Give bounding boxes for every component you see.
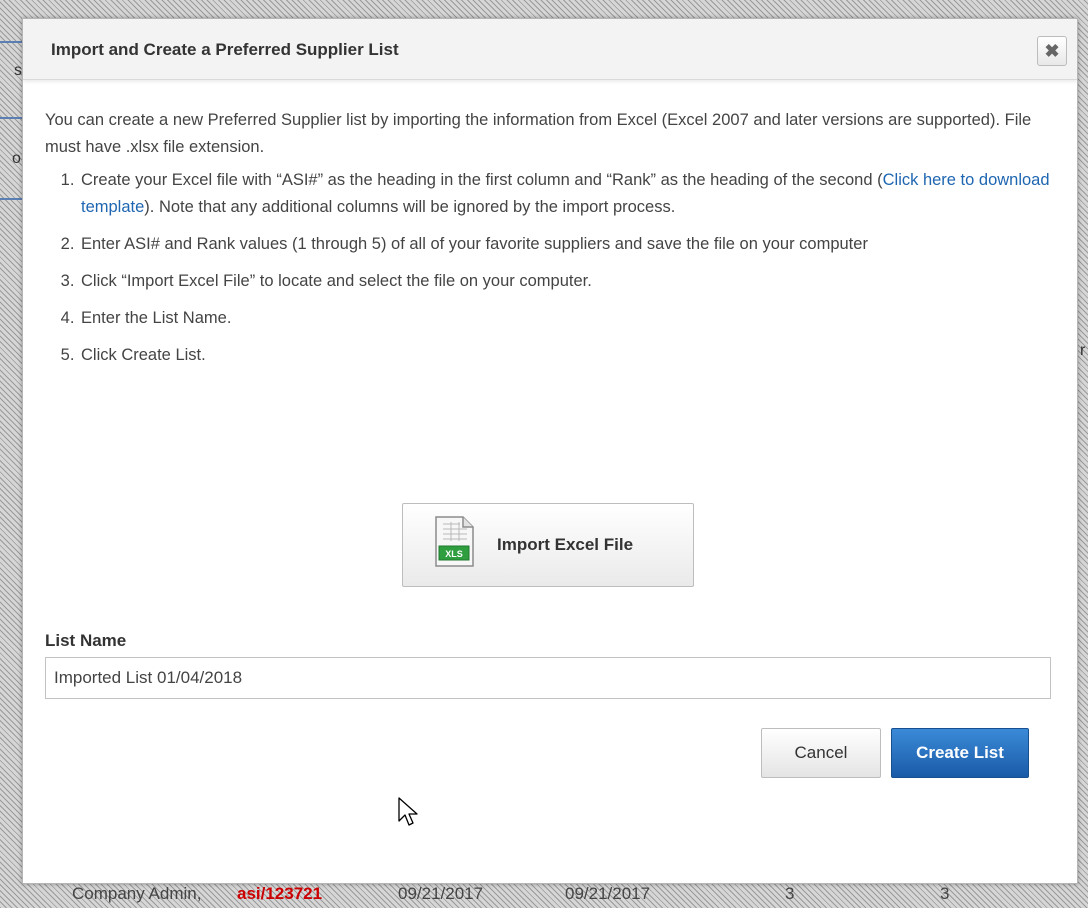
background-user: asi/123721 [237, 884, 323, 903]
background-divider [0, 117, 22, 119]
step-item: Create your Excel file with “ASI#” as th… [79, 167, 1055, 221]
intro-text: You can create a new Preferred Supplier … [45, 111, 1032, 156]
cancel-button[interactable]: Cancel [761, 728, 881, 778]
import-button-label: Import Excel File [497, 535, 634, 554]
background-table-row: Company Admin, asi/123721 09/21/2017 09/… [0, 882, 1088, 908]
step-item: Enter the List Name. [79, 305, 1055, 332]
background-role: Company Admin, [72, 884, 202, 903]
close-icon: ✖ [1044, 40, 1060, 61]
import-supplier-list-dialog: Import and Create a Preferred Supplier L… [22, 18, 1078, 884]
background-divider [0, 41, 22, 43]
dialog-instructions: You can create a new Preferred Supplier … [45, 107, 1055, 379]
background-text: r [1080, 342, 1086, 359]
dialog-title: Import and Create a Preferred Supplier L… [51, 40, 399, 59]
background-divider [0, 198, 22, 200]
list-name-input[interactable] [45, 657, 1051, 699]
list-name-label: List Name [45, 631, 127, 650]
background-count: 3 [785, 884, 795, 903]
import-excel-file-button[interactable]: XLS Import Excel File [402, 503, 694, 587]
background-count: 3 [940, 884, 950, 903]
step-item: Click “Import Excel File” to locate and … [79, 268, 1055, 295]
xls-icon-text: XLS [445, 549, 463, 559]
steps-list: Create your Excel file with “ASI#” as th… [45, 167, 1055, 369]
xls-file-icon: XLS [435, 516, 474, 567]
background-date: 09/21/2017 [398, 884, 484, 903]
close-button[interactable]: ✖ [1037, 36, 1067, 66]
step-text: Create your Excel file with “ASI#” as th… [81, 171, 883, 189]
background-date: 09/21/2017 [565, 884, 651, 903]
step-text: ). Note that any additional columns will… [144, 198, 676, 216]
step-item: Click Create List. [79, 342, 1055, 369]
create-list-button[interactable]: Create List [891, 728, 1029, 778]
dialog-titlebar[interactable]: Import and Create a Preferred Supplier L… [23, 19, 1077, 80]
step-item: Enter ASI# and Rank values (1 through 5)… [79, 231, 1055, 258]
